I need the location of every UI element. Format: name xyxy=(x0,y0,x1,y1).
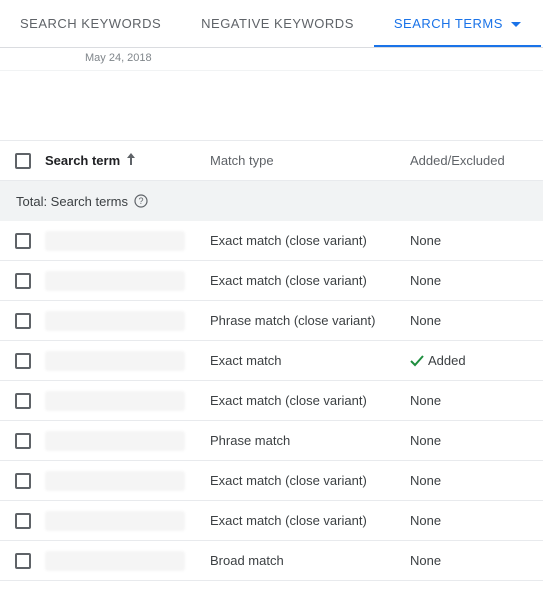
totals-label: Total: Search terms xyxy=(16,194,128,209)
spacer xyxy=(0,71,543,141)
select-all-checkbox[interactable] xyxy=(15,153,31,169)
search-term-redacted xyxy=(45,431,185,451)
search-term-redacted xyxy=(45,231,185,251)
row-checkbox[interactable] xyxy=(15,233,31,249)
table-row: Exact match (close variant)None xyxy=(0,261,543,301)
match-type-cell: Phrase match (close variant) xyxy=(210,305,410,336)
search-term-redacted xyxy=(45,511,185,531)
added-excluded-cell: None xyxy=(410,385,543,416)
table-row: Exact match (close variant)None xyxy=(0,381,543,421)
search-term-redacted xyxy=(45,271,185,291)
match-type-cell: Exact match (close variant) xyxy=(210,225,410,256)
caret-down-icon[interactable] xyxy=(511,16,521,31)
row-checkbox[interactable] xyxy=(15,353,31,369)
search-term-redacted xyxy=(45,551,185,571)
tab-search-keywords[interactable]: SEARCH KEYWORDS xyxy=(0,0,181,47)
tab-search-terms[interactable]: SEARCH TERMS xyxy=(374,0,541,47)
totals-row: Total: Search terms ? xyxy=(0,181,543,221)
match-type-cell: Exact match (close variant) xyxy=(210,465,410,496)
table-row: Phrase matchNone xyxy=(0,421,543,461)
row-checkbox[interactable] xyxy=(15,393,31,409)
tab-search-terms-label: SEARCH TERMS xyxy=(394,16,503,31)
table-row: Exact match (close variant)None xyxy=(0,461,543,501)
search-term-redacted xyxy=(45,351,185,371)
match-type-cell: Broad match xyxy=(210,545,410,576)
row-checkbox[interactable] xyxy=(15,513,31,529)
match-type-cell: Exact match (close variant) xyxy=(210,505,410,536)
table-row: Broad matchNone xyxy=(0,541,543,581)
match-type-cell: Exact match (close variant) xyxy=(210,385,410,416)
added-excluded-cell: None xyxy=(410,425,543,456)
match-type-cell: Phrase match xyxy=(210,425,410,456)
date-text: May 24, 2018 xyxy=(0,48,543,71)
row-checkbox[interactable] xyxy=(15,553,31,569)
checkmark-icon xyxy=(410,355,424,367)
search-term-redacted xyxy=(45,311,185,331)
search-term-redacted xyxy=(45,391,185,411)
search-term-redacted xyxy=(45,471,185,491)
match-type-cell: Exact match (close variant) xyxy=(210,265,410,296)
added-label: Added xyxy=(428,353,466,368)
added-excluded-cell: None xyxy=(410,545,543,576)
tabs-bar: SEARCH KEYWORDS NEGATIVE KEYWORDS SEARCH… xyxy=(0,0,543,48)
help-icon[interactable]: ? xyxy=(134,194,148,208)
added-excluded-cell: None xyxy=(410,265,543,296)
added-excluded-cell: None xyxy=(410,225,543,256)
header-search-term[interactable]: Search term xyxy=(45,145,210,176)
row-checkbox[interactable] xyxy=(15,273,31,289)
table-row: Exact match (close variant)None xyxy=(0,221,543,261)
header-search-term-label: Search term xyxy=(45,153,120,168)
match-type-cell: Exact match xyxy=(210,345,410,376)
table-header: Search term Match type Added/Excluded xyxy=(0,141,543,181)
header-match-type[interactable]: Match type xyxy=(210,145,410,176)
added-excluded-cell: None xyxy=(410,505,543,536)
row-checkbox[interactable] xyxy=(15,433,31,449)
added-excluded-cell: None xyxy=(410,465,543,496)
row-checkbox[interactable] xyxy=(15,473,31,489)
svg-text:?: ? xyxy=(138,196,143,206)
table-row: Exact match (close variant)None xyxy=(0,501,543,541)
tab-negative-keywords[interactable]: NEGATIVE KEYWORDS xyxy=(181,0,374,47)
table-row: Phrase match (close variant)None xyxy=(0,301,543,341)
header-added-excluded[interactable]: Added/Excluded xyxy=(410,145,543,176)
table-row: Exact match Added xyxy=(0,341,543,381)
sort-up-icon xyxy=(126,153,136,168)
added-excluded-cell: Added xyxy=(410,345,543,376)
added-excluded-cell: None xyxy=(410,305,543,336)
row-checkbox[interactable] xyxy=(15,313,31,329)
